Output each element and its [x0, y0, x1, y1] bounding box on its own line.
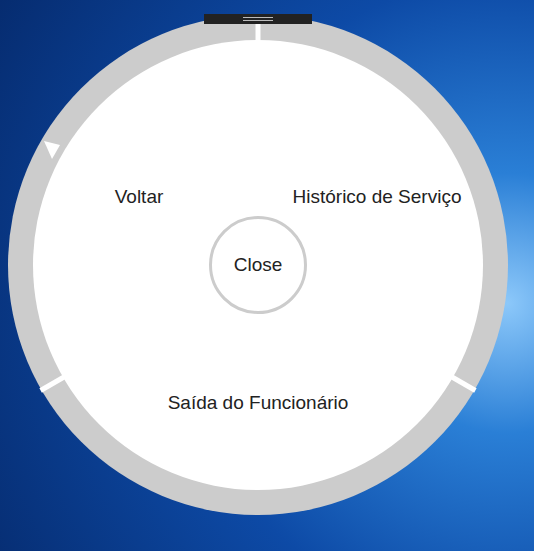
ring-separator	[41, 377, 64, 391]
drag-handle[interactable]	[204, 14, 312, 24]
menu-item[interactable]: Voltar	[111, 185, 168, 209]
handle-line	[243, 20, 273, 21]
ring-separator	[452, 377, 475, 391]
menu-item[interactable]: Saída do Funcionário	[164, 391, 353, 415]
close-button[interactable]: Close	[209, 216, 307, 314]
radial-menu: Voltar Histórico de Serviço Saída do Funci…	[8, 15, 508, 515]
desktop: Voltar Histórico de Serviço Saída do Funci…	[0, 0, 534, 551]
handle-line	[243, 17, 273, 18]
menu-item[interactable]: Histórico de Serviço	[289, 185, 466, 209]
expand-arrow-icon[interactable]	[44, 141, 60, 159]
